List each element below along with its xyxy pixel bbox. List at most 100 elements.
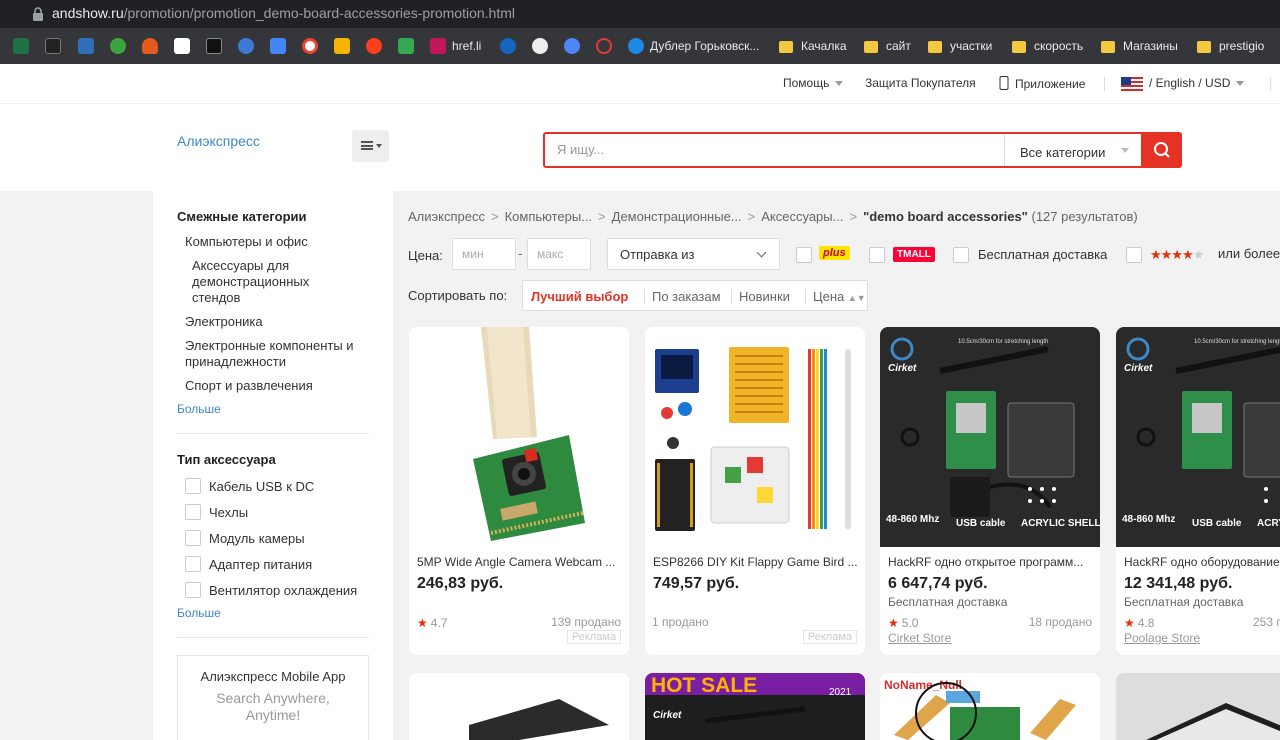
checkbox[interactable] (185, 556, 201, 572)
plus-checkbox[interactable] (796, 247, 812, 263)
product-image[interactable] (409, 327, 629, 547)
filter-camera-module[interactable]: Модуль камеры (185, 530, 305, 546)
bookmark-icon[interactable] (78, 37, 100, 55)
free-shipping-checkbox[interactable] (953, 247, 969, 263)
language-currency-selector[interactable]: / English / USD (1121, 76, 1245, 91)
app-link[interactable]: Приложение (999, 76, 1085, 91)
bookmark-icon[interactable] (45, 37, 67, 55)
more-types-link[interactable]: Больше (177, 606, 221, 620)
product-title[interactable]: HackRF одно оборудование ... (1124, 555, 1280, 569)
sort-best-match[interactable]: Лучший выбор (531, 289, 628, 304)
price-max-field[interactable] (527, 238, 591, 270)
product-card[interactable] (409, 673, 629, 740)
checkbox[interactable] (185, 504, 201, 520)
bookmark-icon[interactable] (334, 37, 356, 55)
folder-uchastki[interactable]: участки (928, 37, 992, 55)
sort-orders[interactable]: По заказам (652, 289, 721, 304)
product-image[interactable]: HOT SALE 2021 Cirket (645, 673, 865, 740)
breadcrumb-item[interactable]: Аксессуары... (761, 209, 843, 224)
product-image[interactable]: NoName_Null (880, 673, 1100, 740)
folder-icon (864, 41, 878, 53)
help-menu[interactable]: Помощь (783, 76, 844, 90)
sidebar-item-sports[interactable]: Спорт и развлечения (185, 378, 313, 394)
buyer-protection-link[interactable]: Защита Покупателя (865, 76, 976, 90)
folder-skorost[interactable]: скорость (1012, 37, 1083, 55)
product-card[interactable]: HOT SALE 2021 Cirket (645, 673, 865, 740)
folder-kachalka[interactable]: Качалка (779, 37, 847, 55)
search-input[interactable] (557, 142, 997, 157)
checkbox[interactable] (185, 582, 201, 598)
breadcrumb-item[interactable]: Алиэкспресс (408, 209, 485, 224)
folder-sait[interactable]: сайт (864, 37, 911, 55)
more-categories-link[interactable]: Больше (177, 402, 221, 416)
lock-bookmark-icon[interactable] (206, 37, 228, 55)
translate-bookmark-icon[interactable] (270, 37, 292, 55)
sidebar-item-computers[interactable]: Компьютеры и офис (185, 234, 308, 250)
product-title[interactable]: HackRF одно открытое программ... (888, 555, 1093, 569)
sidebar-item-electronics[interactable]: Электроника (185, 314, 263, 330)
google-bookmark-icon[interactable] (302, 37, 324, 55)
breadcrumb-item[interactable]: Компьютеры... (505, 209, 592, 224)
sort-price[interactable]: Цена ▲▼ (813, 289, 866, 304)
product-image[interactable] (1116, 673, 1280, 740)
product-card[interactable]: ESP8266 DIY Kit Flappy Game Bird ... 749… (645, 327, 865, 655)
checkbox[interactable] (185, 478, 201, 494)
excel-bookmark-icon[interactable] (13, 37, 35, 55)
product-image[interactable]: Cirket 10.5cm/30cm for stretching length… (880, 327, 1100, 547)
bookmark-icon[interactable] (238, 37, 260, 55)
product-card[interactable]: NoName_Null (880, 673, 1100, 740)
product-image[interactable] (409, 673, 629, 740)
rating-checkbox[interactable] (1126, 247, 1142, 263)
sidebar-item-demo-accessories[interactable]: Аксессуары для демонстрационных стендов (192, 258, 342, 306)
product-thumbnail (1116, 673, 1280, 740)
bookmark-icon[interactable] (174, 37, 196, 55)
site-logo[interactable]: Алиэкспресс (177, 133, 260, 149)
filter-cooling-fan[interactable]: Вентилятор охлаждения (185, 582, 357, 598)
store-link[interactable]: Cirket Store (888, 631, 951, 645)
globe-bookmark-icon[interactable] (532, 37, 554, 55)
store-link[interactable]: Poolage Store (1124, 631, 1200, 645)
price-min-field[interactable] (452, 238, 516, 270)
product-shipping: Бесплатная доставка (1124, 595, 1244, 609)
search-button[interactable] (1143, 132, 1182, 168)
folder-prestigio[interactable]: prestigio (1197, 37, 1264, 55)
filter-power-adapter[interactable]: Адаптер питания (185, 556, 312, 572)
fire-bookmark-icon[interactable] (142, 37, 164, 55)
breadcrumb-item[interactable]: Демонстрационные... (612, 209, 742, 224)
filter-usb-dc-cable[interactable]: Кабель USB к DC (185, 478, 314, 494)
sidebar-item-electronic-components[interactable]: Электронные компоненты и принадлежности (185, 338, 375, 370)
opera-bookmark-icon[interactable] (596, 37, 618, 55)
ship-from-select[interactable]: Отправка из (607, 238, 780, 270)
product-title[interactable]: 5MP Wide Angle Camera Webcam ... (417, 555, 622, 569)
product-card[interactable]: 5MP Wide Angle Camera Webcam ... 246,83 … (409, 327, 629, 655)
sort-newest[interactable]: Новинки (739, 289, 790, 304)
product-card[interactable]: Cirket 10.5cm/30cm for stretching length… (1116, 327, 1280, 655)
search-category-select[interactable]: Все категории (1004, 134, 1143, 166)
product-card[interactable]: Cirket 10.5cm/30cm for stretching length… (880, 327, 1100, 655)
mobile-app-promo[interactable]: Алиэкспресс Mobile App Search Anywhere, A… (177, 655, 369, 740)
bookmark-icon[interactable] (564, 37, 586, 55)
price-max-input[interactable] (528, 239, 590, 269)
price-min-input[interactable] (453, 239, 515, 269)
product-image[interactable] (645, 327, 865, 547)
bookmark-icon[interactable] (110, 37, 132, 55)
categories-menu-button[interactable] (352, 130, 389, 162)
product-card[interactable] (1116, 673, 1280, 740)
shield-bookmark-icon[interactable] (398, 37, 420, 55)
search-box: Все категории (543, 132, 1143, 168)
chevron-right-icon: > (598, 209, 606, 224)
href-li-bookmark[interactable]: href.li (430, 37, 481, 55)
browser-address-bar[interactable]: andshow.ru/promotion/promotion_demo-boar… (0, 0, 1280, 28)
yandex-bookmark-icon[interactable] (366, 37, 388, 55)
folder-magaziny[interactable]: Магазины (1101, 37, 1178, 55)
bookmark-icon[interactable] (500, 37, 522, 55)
bookmark-dubler[interactable]: Дублер Горьковск... (628, 37, 759, 55)
phone-icon (999, 76, 1009, 90)
tmall-checkbox[interactable] (869, 247, 885, 263)
filter-cases[interactable]: Чехлы (185, 504, 248, 520)
url-text[interactable]: andshow.ru/promotion/promotion_demo-boar… (52, 5, 515, 21)
checkbox[interactable] (185, 530, 201, 546)
product-image[interactable]: Cirket 10.5cm/30cm for stretching length… (1116, 327, 1280, 547)
product-title[interactable]: ESP8266 DIY Kit Flappy Game Bird ... (653, 555, 858, 569)
folder-icon (1101, 41, 1115, 53)
